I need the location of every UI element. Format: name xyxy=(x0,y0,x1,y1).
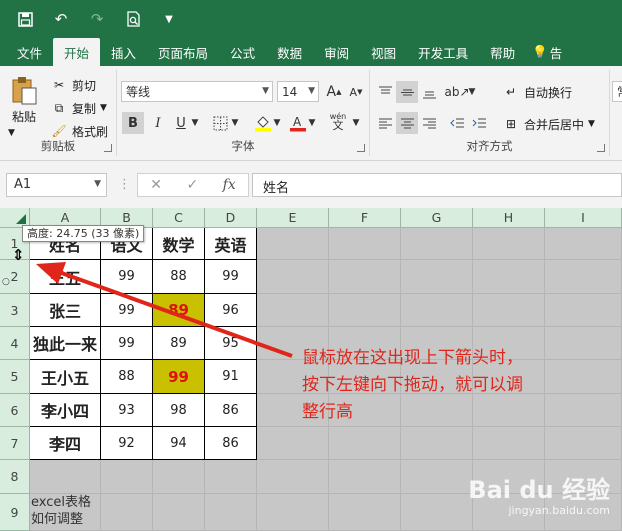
annotation-text: 鼠标放在这出现上下箭头时， 按下左键向下拖动，就可以调 整行高 xyxy=(302,348,523,422)
watermark-logo: Bai du 经验 xyxy=(468,476,610,504)
row-resize-cursor-icon: ⇕ xyxy=(12,246,25,264)
excel-window: ↶ ↷ ▼ 文件 开始 插入 页面布局 公式 数据 审阅 视图 开发工具 帮助 … xyxy=(0,0,622,531)
watermark-url: jingyan.baidu.com xyxy=(508,504,610,517)
selection-handle-icon: ○ xyxy=(2,277,10,287)
row-height-tooltip: 高度: 24.75 (33 像素) xyxy=(22,225,145,242)
annotation-arrow xyxy=(36,262,293,358)
